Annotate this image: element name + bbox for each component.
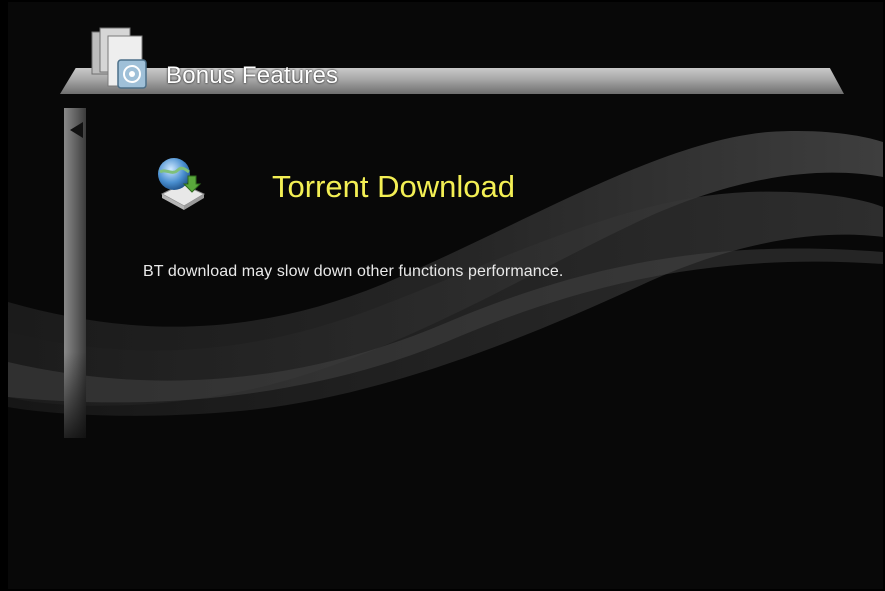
screen: Bonus Features Torrent Download BT downl… xyxy=(8,2,883,589)
warning-message: BT download may slow down other function… xyxy=(143,263,564,280)
feature-title: Torrent Download xyxy=(272,169,515,204)
page-title: Bonus Features xyxy=(166,62,339,89)
triangle-left-icon[interactable] xyxy=(70,122,83,138)
folder-gear-icon xyxy=(91,27,147,89)
globe-download-icon xyxy=(158,158,206,210)
side-rail-fade xyxy=(64,352,86,442)
